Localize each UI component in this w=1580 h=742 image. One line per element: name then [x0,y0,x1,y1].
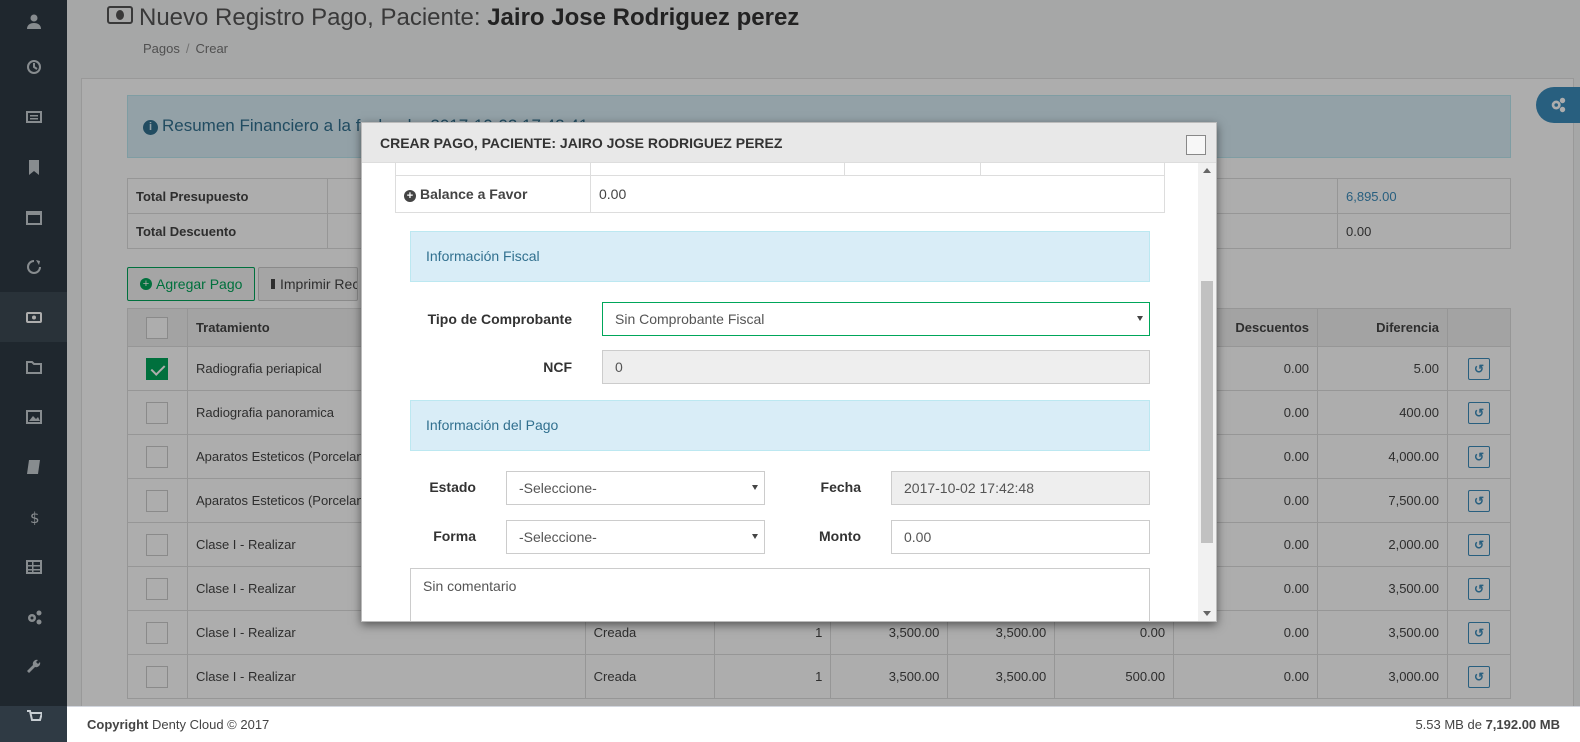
balance-table: + Balance a Favor 0.00 [395,163,1165,213]
modal-header: CREAR PAGO, PACIENTE: JAIRO JOSE RODRIGU… [362,123,1216,163]
footer: Copyright Denty Cloud © 2017 5.53 MB de … [67,706,1580,742]
fecha-label: Fecha [820,479,861,495]
comprobante-label: Tipo de Comprobante [427,311,572,327]
storage-usage: 5.53 MB de 7,192.00 MB [1415,717,1560,732]
scroll-down-icon[interactable] [1203,611,1211,616]
scroll-up-icon[interactable] [1203,168,1211,173]
forma-select[interactable]: -Seleccione- [506,520,765,554]
caret-down-icon [752,534,758,539]
ncf-label: NCF [543,359,572,375]
plus-circle-icon: + [404,189,416,202]
estado-select[interactable]: -Seleccione- [506,471,765,505]
balance-value: 0.00 [590,174,1165,213]
comment-textarea[interactable]: Sin comentario [410,568,1150,621]
comprobante-select[interactable]: Sin Comprobante Fiscal [602,302,1150,336]
modal-title: CREAR PAGO, PACIENTE: JAIRO JOSE RODRIGU… [380,134,783,151]
cart-icon [26,710,42,721]
monto-input[interactable]: 0.00 [891,520,1150,554]
ncf-field[interactable]: 0 [602,350,1150,384]
table-row: + Balance a Favor 0.00 [395,174,1165,213]
payment-info-section: Información del Pago [410,400,1150,451]
forma-label: Forma [433,528,476,544]
balance-label: Balance a Favor [420,185,528,202]
caret-down-icon [1137,316,1143,321]
caret-down-icon [752,485,758,490]
fecha-field[interactable]: 2017-10-02 17:42:48 [891,471,1150,505]
modal-scrollbar[interactable] [1198,163,1216,621]
table-row [395,163,1165,176]
scrollbar-thumb[interactable] [1201,281,1213,543]
fiscal-info-section: Información Fiscal [410,231,1150,282]
copyright-text: Denty Cloud © 2017 [152,717,270,732]
close-icon[interactable] [1186,135,1206,155]
estado-label: Estado [429,479,476,495]
storage-total: 7,192.00 MB [1485,717,1560,732]
monto-label: Monto [819,528,861,544]
storage-used: 5.53 MB de [1415,717,1482,732]
create-payment-modal: CREAR PAGO, PACIENTE: JAIRO JOSE RODRIGU… [361,122,1217,622]
modal-body: + Balance a Favor 0.00 Información Fiscal… [362,163,1198,621]
copyright: Copyright Denty Cloud © 2017 [87,717,270,732]
